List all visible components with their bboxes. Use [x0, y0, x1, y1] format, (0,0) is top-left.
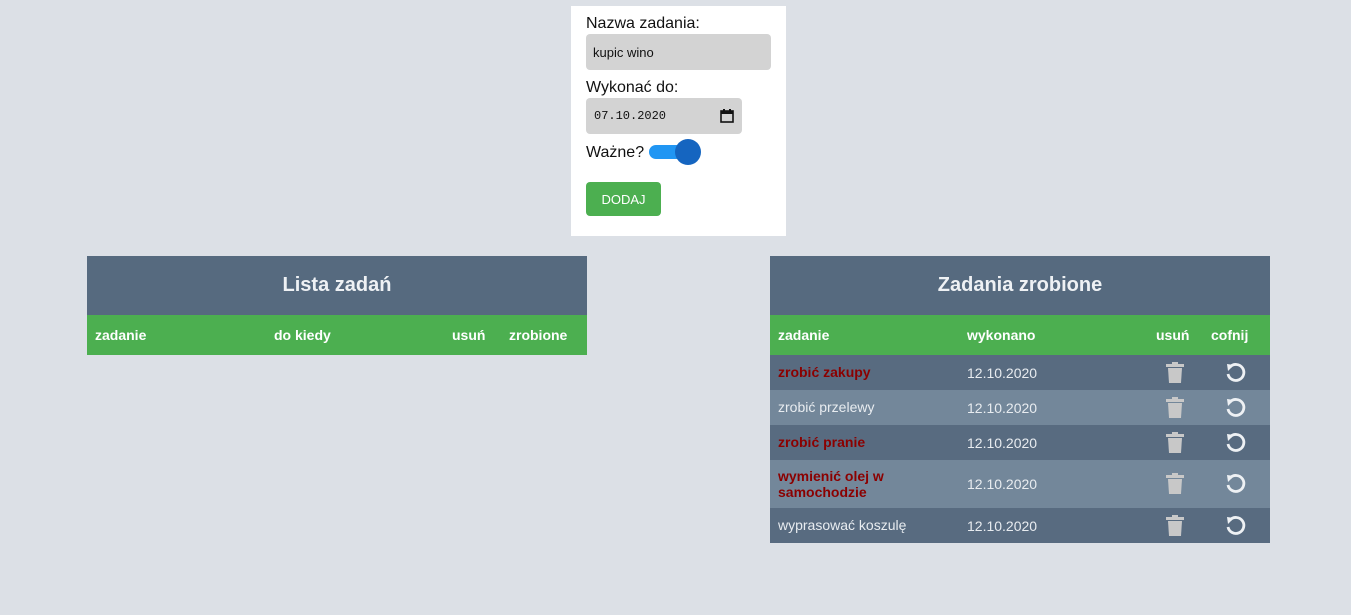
todo-panel: Lista zadań zadanie do kiedy usuń zrobio… — [87, 256, 587, 355]
undo-icon[interactable] — [1225, 362, 1247, 384]
add-task-form: Nazwa zadania: Wykonać do: 07.10.2020 Wa… — [571, 6, 786, 236]
undo-icon[interactable] — [1225, 515, 1247, 537]
task-name-input[interactable] — [586, 34, 771, 70]
add-button[interactable]: DODAJ — [586, 182, 661, 216]
col-completed: wykonano — [967, 327, 1036, 343]
task-name: zrobić przelewy — [778, 399, 875, 415]
col-delete: usuń — [1156, 327, 1190, 343]
undo-icon[interactable] — [1225, 473, 1247, 495]
table-row: wyprasować koszulę 12.10.2020 — [770, 508, 1270, 543]
undo-icon[interactable] — [1225, 432, 1247, 454]
important-toggle[interactable] — [649, 139, 701, 165]
col-due: do kiedy — [274, 327, 331, 343]
task-name: wyprasować koszulę — [778, 517, 907, 533]
completed-date: 12.10.2020 — [967, 518, 1038, 534]
task-name: zrobić pranie — [778, 434, 866, 450]
trash-icon[interactable] — [1165, 473, 1185, 495]
table-row: zrobić przelewy 12.10.2020 — [770, 390, 1270, 425]
completed-date: 12.10.2020 — [967, 476, 1038, 492]
completed-date: 12.10.2020 — [967, 435, 1038, 451]
undo-icon[interactable] — [1225, 397, 1247, 419]
important-label: Ważne? — [586, 144, 645, 161]
completed-date: 12.10.2020 — [967, 365, 1038, 381]
table-row: zrobić pranie 12.10.2020 — [770, 425, 1270, 460]
due-date-value: 07.10.2020 — [594, 109, 667, 123]
col-delete: usuń — [452, 327, 486, 343]
todo-title: Lista zadań — [87, 256, 587, 315]
calendar-icon[interactable] — [720, 109, 734, 123]
done-columns: zadanie wykonano usuń cofnij — [770, 315, 1270, 355]
col-task: zadanie — [778, 327, 830, 343]
table-row: wymienić olej w samochodzie 12.10.2020 — [770, 460, 1270, 508]
table-row: zrobić zakupy 12.10.2020 — [770, 355, 1270, 390]
trash-icon[interactable] — [1165, 432, 1185, 454]
trash-icon[interactable] — [1165, 515, 1185, 537]
col-task: zadanie — [95, 327, 147, 343]
completed-date: 12.10.2020 — [967, 400, 1038, 416]
task-name-label: Nazwa zadania: — [586, 15, 700, 32]
task-name: zrobić zakupy — [778, 364, 871, 380]
due-date-label: Wykonać do: — [586, 79, 679, 96]
col-undo: cofnij — [1211, 327, 1249, 343]
toggle-knob — [675, 139, 701, 165]
col-done: zrobione — [509, 327, 568, 343]
todo-columns: zadanie do kiedy usuń zrobione — [87, 315, 587, 355]
trash-icon[interactable] — [1165, 362, 1185, 384]
trash-icon[interactable] — [1165, 397, 1185, 419]
task-name: wymienić olej w samochodzie — [778, 468, 884, 500]
due-date-input[interactable]: 07.10.2020 — [586, 98, 742, 134]
done-panel: Zadania zrobione zadanie wykonano usuń c… — [770, 256, 1270, 543]
done-title: Zadania zrobione — [770, 256, 1270, 315]
